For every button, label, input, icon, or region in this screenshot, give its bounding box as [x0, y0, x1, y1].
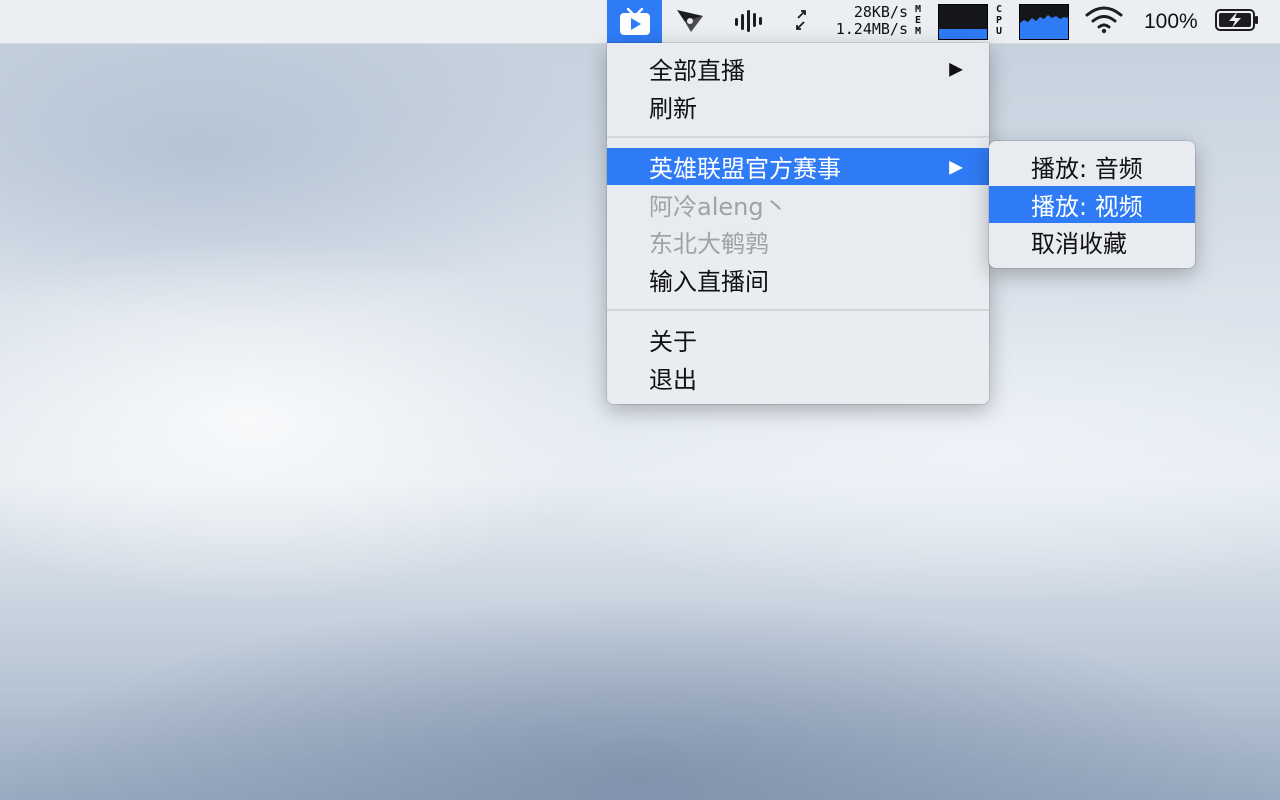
tv-app-status-item[interactable] [607, 0, 662, 43]
menu-item-enter-room[interactable]: 输入直播间 [607, 261, 989, 298]
menu-item-label: 全部直播 [649, 57, 745, 85]
menu-item-label: 播放: 音频 [1031, 155, 1143, 183]
battery-percentage[interactable]: 100% [1144, 0, 1198, 43]
menu-item-label: 输入直播间 [649, 268, 769, 296]
menu-item-refresh[interactable]: 刷新 [607, 88, 989, 125]
network-status-item[interactable] [790, 0, 812, 43]
cpu-graph[interactable] [1019, 4, 1069, 40]
network-speed-readout: 28KB/s 1.24MB/s [818, 4, 908, 40]
menu-bar: 28KB/s 1.24MB/s MEM CPU 100% [0, 0, 1280, 44]
menu-item-label: 关于 [649, 328, 697, 356]
menu-item-label: 东北大鹌鹑 [649, 230, 769, 258]
wifi-icon [1084, 5, 1124, 39]
menu-item-all-live[interactable]: 全部直播 ▶ [607, 50, 989, 87]
network-arrows-icon [792, 7, 810, 37]
cpu-label-text: CPU [995, 4, 1003, 37]
menu-item-label: 退出 [649, 366, 697, 394]
menu-item-label: 刷新 [649, 95, 697, 123]
memory-graph[interactable] [938, 4, 988, 40]
battery-status-item[interactable] [1212, 0, 1262, 43]
menu-item-quit[interactable]: 退出 [607, 359, 989, 396]
paper-plane-status-item[interactable] [672, 0, 708, 43]
tv-app-icon [618, 7, 652, 37]
submenu-arrow-icon: ▶ [949, 156, 963, 177]
submenu-item-play-audio[interactable]: 播放: 音频 [989, 148, 1195, 185]
menu-item-lol-official[interactable]: 英雄联盟官方赛事 ▶ [607, 148, 989, 185]
menu-item-label: 英雄联盟官方赛事 [649, 155, 841, 183]
menu-item-streamer-dongbei[interactable]: 东北大鹌鹑 [607, 223, 989, 260]
mem-label: MEM [912, 4, 924, 37]
audio-status-item[interactable] [730, 0, 770, 43]
menu-item-streamer-aleng[interactable]: 阿冷aleng丶 [607, 186, 989, 223]
audio-waveform-icon [732, 5, 768, 39]
battery-charging-icon [1214, 7, 1260, 37]
menu-item-about[interactable]: 关于 [607, 321, 989, 358]
submenu-item-unfavorite[interactable]: 取消收藏 [989, 223, 1195, 260]
menu-item-label: 播放: 视频 [1031, 193, 1143, 221]
paper-plane-icon [675, 6, 705, 38]
submenu-item-play-video[interactable]: 播放: 视频 [989, 186, 1195, 223]
menu-item-label: 取消收藏 [1031, 230, 1127, 258]
menu-separator [607, 136, 989, 138]
mem-label-text: MEM [914, 4, 922, 37]
lol-official-submenu: 播放: 音频 播放: 视频 取消收藏 [989, 141, 1195, 268]
upload-speed: 28KB/s [853, 3, 908, 21]
menu-separator [607, 309, 989, 311]
menu-item-label: 阿冷aleng丶 [649, 193, 788, 221]
cpu-label: CPU [993, 4, 1005, 37]
wifi-status-item[interactable] [1082, 0, 1126, 43]
app-dropdown-menu: 全部直播 ▶ 刷新 英雄联盟官方赛事 ▶ 阿冷aleng丶 东北大鹌鹑 输入直播… [607, 43, 989, 404]
submenu-arrow-icon: ▶ [949, 58, 963, 79]
download-speed: 1.24MB/s [835, 20, 908, 38]
